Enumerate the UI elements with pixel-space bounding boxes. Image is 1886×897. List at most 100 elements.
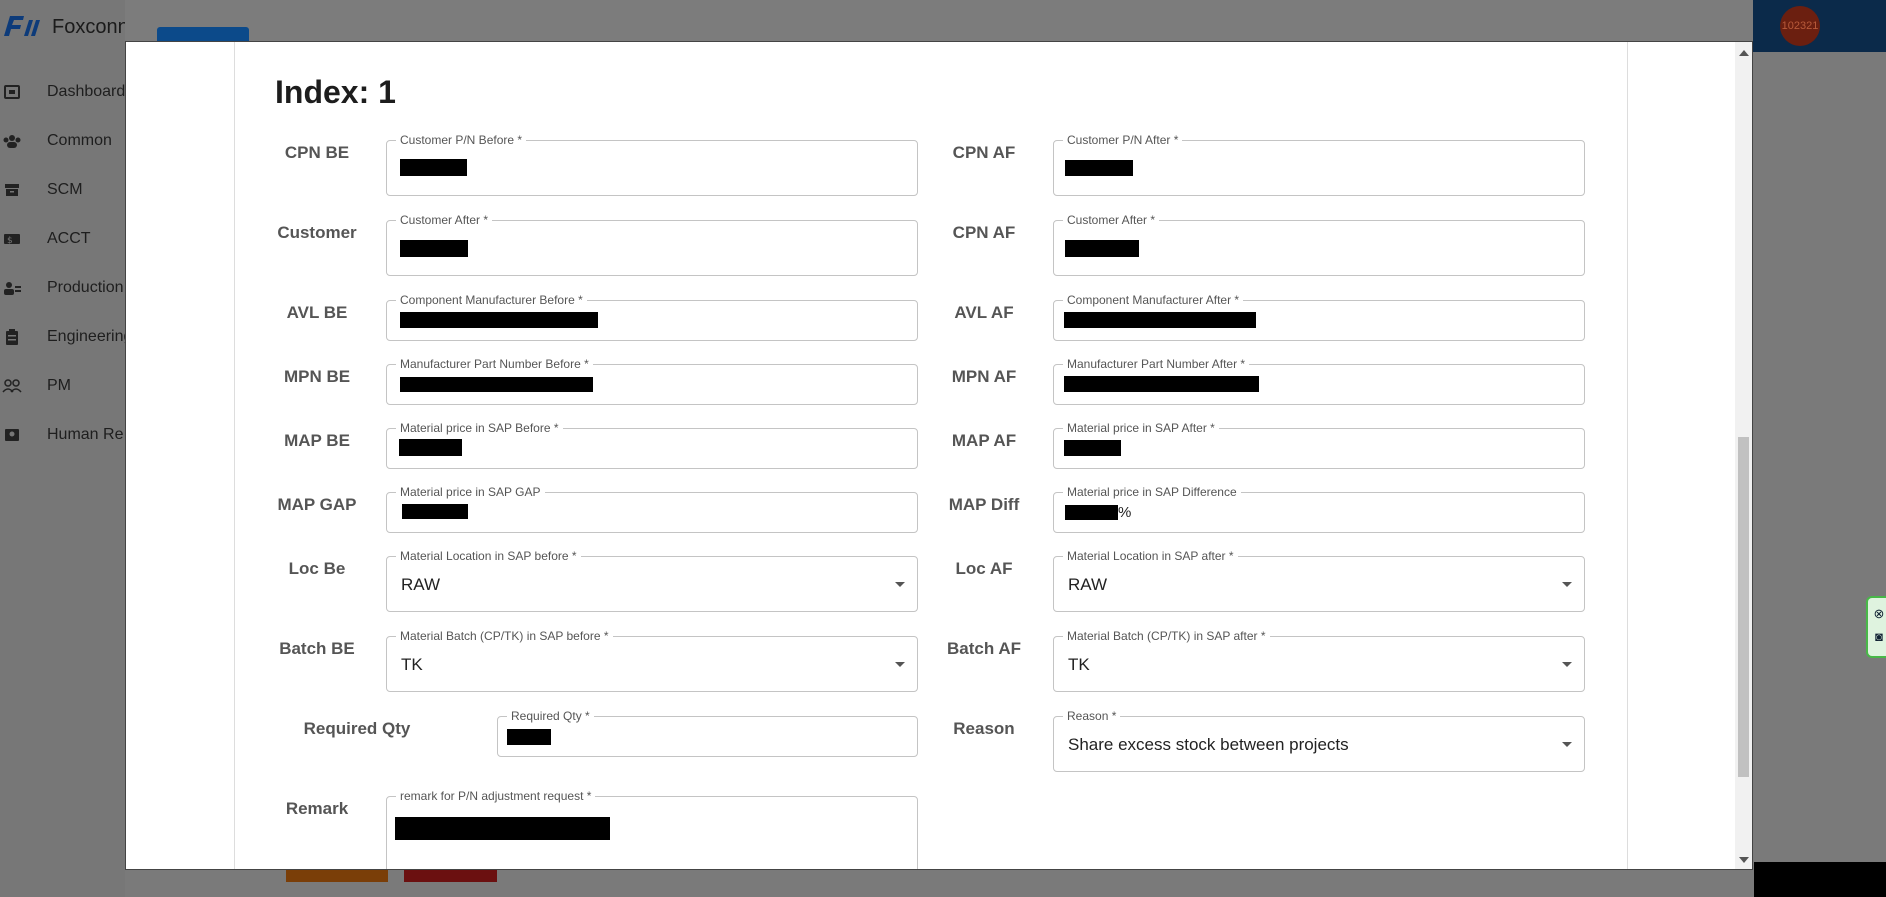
user-avatar[interactable]: 102321	[1780, 6, 1820, 46]
location-before-select[interactable]: Material Location in SAP before * RAW	[386, 549, 918, 612]
app-sidebar: Foxconn Dashboard Common SCM $ ACCT Prod…	[0, 0, 132, 897]
index-title: Index: 1	[275, 74, 396, 110]
mpn-before-field[interactable]: Manufacturer Part Number Before *	[386, 357, 918, 405]
dropdown-arrow-icon[interactable]	[895, 662, 905, 667]
dropdown-arrow-icon[interactable]	[1562, 742, 1572, 747]
row-label: MAP AF	[951, 431, 1017, 450]
nav-production[interactable]: Production	[0, 273, 124, 303]
field-legend: Component Manufacturer After *	[1063, 293, 1244, 307]
batch-after-select[interactable]: Material Batch (CP/TK) in SAP after * TK	[1053, 629, 1585, 692]
nav-label: SCM	[47, 181, 83, 198]
nav-label: Engineering	[47, 328, 133, 345]
customer-pn-after-field[interactable]: Customer P/N After *	[1053, 133, 1585, 196]
nav-label: PM	[47, 377, 71, 394]
material-price-difference-field[interactable]: Material price in SAP Difference %	[1053, 485, 1585, 533]
material-price-gap-field[interactable]: Material price in SAP GAP	[386, 485, 918, 533]
nav-common[interactable]: Common	[0, 126, 112, 156]
field-legend: Manufacturer Part Number Before *	[396, 357, 593, 371]
side-floating-widget[interactable]: ⊗ ◙	[1866, 596, 1886, 658]
row-label: Loc Be	[288, 559, 346, 578]
scroll-up-arrow-icon[interactable]	[1739, 50, 1749, 56]
redacted-value	[1065, 160, 1133, 176]
archive-icon	[2, 182, 22, 198]
dropdown-arrow-icon[interactable]	[895, 582, 905, 587]
redacted-value	[1064, 312, 1256, 328]
field-legend: Manufacturer Part Number After *	[1063, 357, 1250, 371]
chat-icon[interactable]: ◙	[1872, 630, 1886, 644]
row-label: Remark	[285, 799, 349, 818]
material-price-before-field[interactable]: Material price in SAP Before *	[386, 421, 918, 469]
nav-label: Dashboard	[47, 83, 126, 100]
redacted-value	[1065, 505, 1118, 520]
id-card-icon	[2, 427, 22, 443]
redacted-value	[402, 504, 468, 519]
background-orange-button	[286, 870, 388, 882]
row-label: Customer	[277, 223, 357, 242]
location-after-select[interactable]: Material Location in SAP after * RAW	[1053, 549, 1585, 612]
nav-pm[interactable]: PM	[0, 371, 71, 401]
field-legend: Customer After *	[396, 213, 493, 227]
edit-dialog: Index: 1 CPN BE Customer P/N Before * CP…	[125, 41, 1753, 870]
dropdown-arrow-icon[interactable]	[1562, 582, 1572, 587]
required-qty-field[interactable]: Required Qty *	[497, 709, 918, 757]
component-manufacturer-after-field[interactable]: Component Manufacturer After *	[1053, 293, 1585, 341]
app-topbar	[125, 0, 1886, 42]
field-legend: Component Manufacturer Before *	[396, 293, 587, 307]
dropdown-arrow-icon[interactable]	[1562, 662, 1572, 667]
redacted-value	[507, 729, 551, 745]
scroll-thumb[interactable]	[1738, 437, 1749, 777]
app-brand: Foxconn	[52, 16, 129, 38]
percent-suffix: %	[1118, 504, 1132, 521]
mpn-after-field[interactable]: Manufacturer Part Number After *	[1053, 357, 1585, 405]
select-value: RAW	[1068, 575, 1108, 594]
select-value: RAW	[401, 575, 441, 594]
redacted-value	[1064, 440, 1121, 456]
customer-pn-before-field[interactable]: Customer P/N Before *	[386, 133, 918, 196]
component-manufacturer-before-field[interactable]: Component Manufacturer Before *	[386, 293, 918, 341]
redacted-value	[1065, 240, 1139, 257]
money-icon: $	[2, 231, 22, 247]
field-legend: Material price in SAP Difference	[1063, 485, 1241, 499]
dashboard-icon	[2, 84, 22, 100]
nav-scm[interactable]: SCM	[0, 175, 83, 205]
row-label: Loc AF	[955, 559, 1013, 578]
field-legend: Customer After *	[1063, 213, 1160, 227]
avatar-text: 102321	[1781, 20, 1819, 32]
redacted-value	[400, 159, 467, 176]
redacted-value	[399, 439, 462, 456]
row-label: AVL BE	[286, 303, 348, 322]
nav-engineering[interactable]: Engineering	[0, 322, 132, 352]
redacted-value	[1064, 376, 1259, 392]
material-price-after-field[interactable]: Material price in SAP After *	[1053, 421, 1585, 469]
nav-label: Production	[47, 279, 124, 296]
row-label: MPN BE	[283, 367, 351, 386]
customer-after-right-field[interactable]: Customer After *	[1053, 213, 1585, 276]
nav-acct[interactable]: $ ACCT	[0, 224, 91, 254]
row-label: MPN AF	[951, 367, 1017, 386]
customer-after-left-field[interactable]: Customer After *	[386, 213, 918, 276]
reason-select[interactable]: Reason * Share excess stock between proj…	[1053, 709, 1585, 772]
worker-icon	[2, 280, 22, 296]
group-icon	[2, 378, 22, 394]
nav-dashboard[interactable]: Dashboard	[0, 77, 125, 107]
field-legend: Material price in SAP Before *	[396, 421, 563, 435]
field-legend: Material Location in SAP after *	[1063, 549, 1238, 563]
nav-human-resources[interactable]: Human Re	[0, 420, 123, 450]
remark-textarea[interactable]: remark for P/N adjustment request *	[386, 789, 918, 869]
row-label: Required Qty	[303, 719, 411, 738]
row-label: CPN AF	[952, 143, 1016, 162]
field-legend: Customer P/N After *	[1063, 133, 1183, 147]
scroll-down-arrow-icon[interactable]	[1739, 857, 1749, 863]
field-legend: Material Location in SAP before *	[396, 549, 581, 563]
field-legend: Material Batch (CP/TK) in SAP before *	[396, 629, 613, 643]
nav-label: Common	[47, 132, 112, 149]
close-circle-icon[interactable]: ⊗	[1872, 607, 1886, 621]
background-red-button	[404, 870, 497, 882]
field-legend: Required Qty *	[507, 709, 594, 723]
field-legend: Material price in SAP GAP	[396, 485, 545, 499]
clipboard-icon	[2, 329, 22, 345]
redacted-value	[400, 312, 598, 328]
field-legend: Reason *	[1063, 709, 1121, 723]
batch-before-select[interactable]: Material Batch (CP/TK) in SAP before * T…	[386, 629, 918, 692]
dialog-scrollbar[interactable]	[1735, 42, 1752, 869]
